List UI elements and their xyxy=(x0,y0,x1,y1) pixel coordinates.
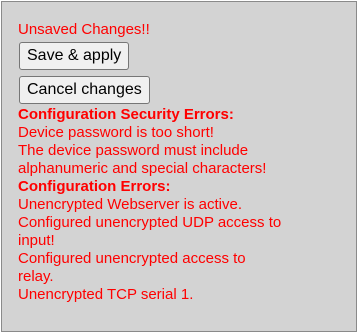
config-error-line: Unencrypted Webserver is active. xyxy=(18,196,242,213)
save-apply-button[interactable]: Save & apply xyxy=(19,42,130,70)
security-errors-heading: Configuration Security Errors: xyxy=(18,106,234,123)
security-error-line: alphanumeric and special characters! xyxy=(18,160,267,177)
config-error-line: relay. xyxy=(18,268,54,285)
unsaved-changes-warning: Unsaved Changes!! xyxy=(18,21,150,38)
config-error-line: Configured unencrypted access to xyxy=(18,250,246,267)
cancel-changes-button[interactable]: Cancel changes xyxy=(19,76,150,104)
security-error-line: The device password must include xyxy=(18,142,249,159)
error-messages: Configuration Security Errors: Device pa… xyxy=(18,106,354,304)
config-error-line: input! xyxy=(18,232,55,249)
security-error-line: Device password is too short! xyxy=(18,124,214,141)
unsaved-changes-panel: Unsaved Changes!! Save & apply Cancel ch… xyxy=(1,1,357,332)
config-error-line: Unencrypted TCP serial 1. xyxy=(18,286,194,303)
config-error-line: Configured unencrypted UDP access to xyxy=(18,214,282,231)
config-errors-heading: Configuration Errors: xyxy=(18,178,171,195)
